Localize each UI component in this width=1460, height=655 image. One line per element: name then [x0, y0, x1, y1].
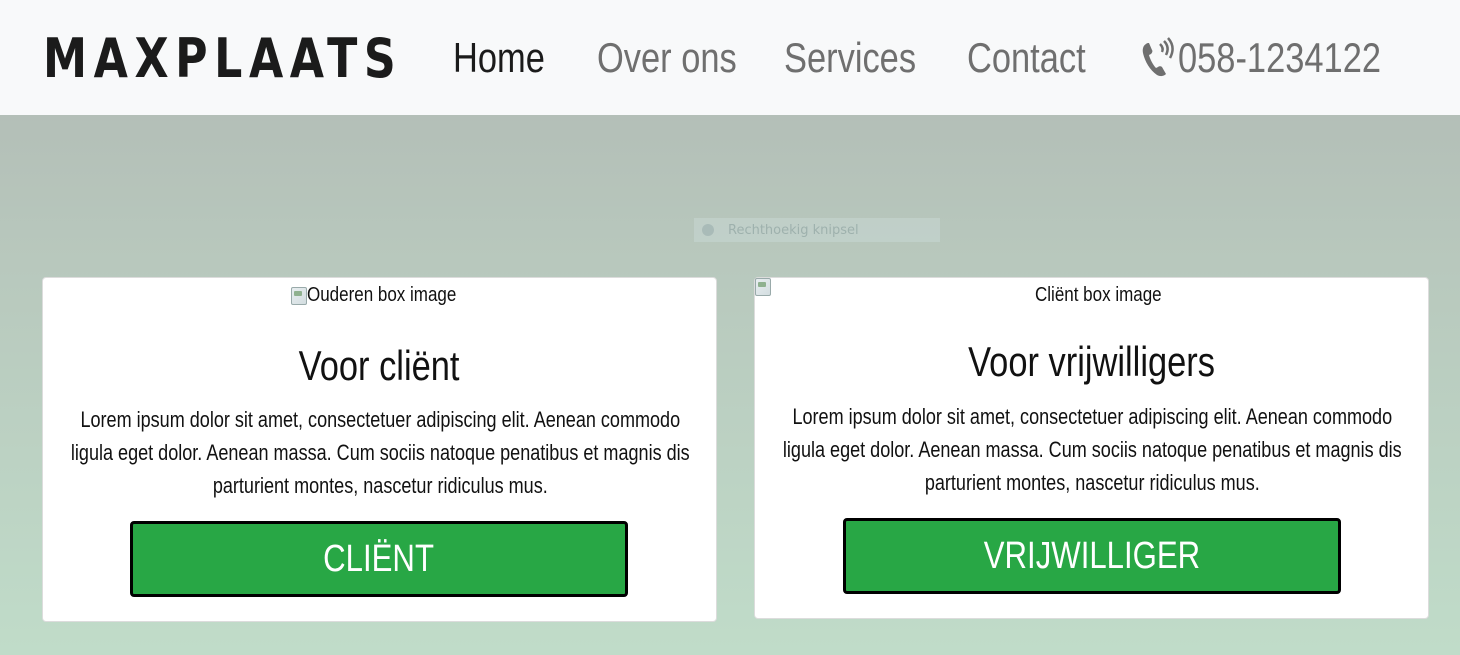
card-image-alt-wrap: Cliënt box image [1035, 284, 1184, 307]
card-title: Voor vrijwilligers [968, 338, 1215, 385]
client-button[interactable]: CLIËNT [130, 521, 628, 597]
broken-image-icon [755, 278, 771, 296]
brand-logo[interactable]: MAXPLAATS [43, 24, 402, 94]
card-image-broken: Ouderen box image [291, 284, 483, 307]
card-text: Lorem ipsum dolor sit amet, consectetuer… [782, 404, 1402, 495]
card-client: Ouderen box image Voor cliënt Lorem ipsu… [42, 277, 717, 622]
phone-number: 058-1234122 [1178, 34, 1382, 81]
phone-icon [1142, 37, 1174, 77]
nav-link-contact[interactable]: Contact [967, 32, 1086, 84]
card-volunteers: Cliënt box image Voor vrijwilligers Lore… [754, 277, 1429, 619]
snip-icon [702, 224, 714, 236]
snip-overlay: Rechthoekig knipsel [694, 218, 940, 242]
card-title: Voor cliënt [299, 342, 460, 389]
card-image-alt: Cliënt box image [1035, 284, 1162, 306]
phone-contact[interactable]: 058-1234122 [1140, 32, 1426, 84]
nav-link-services[interactable]: Services [784, 32, 916, 84]
nav-link-home[interactable]: Home [453, 32, 545, 84]
snip-label: Rechthoekig knipsel [728, 222, 859, 238]
card-image-broken [755, 278, 771, 296]
nav-link-over-ons[interactable]: Over ons [597, 32, 737, 84]
navbar: MAXPLAATS Home Over ons Services Contact… [0, 0, 1460, 115]
card-text: Lorem ipsum dolor sit amet, consectetuer… [70, 407, 690, 498]
card-image-alt: Ouderen box image [307, 284, 457, 306]
broken-image-icon [291, 286, 307, 305]
volunteer-button[interactable]: VRIJWILLIGER [843, 518, 1341, 594]
